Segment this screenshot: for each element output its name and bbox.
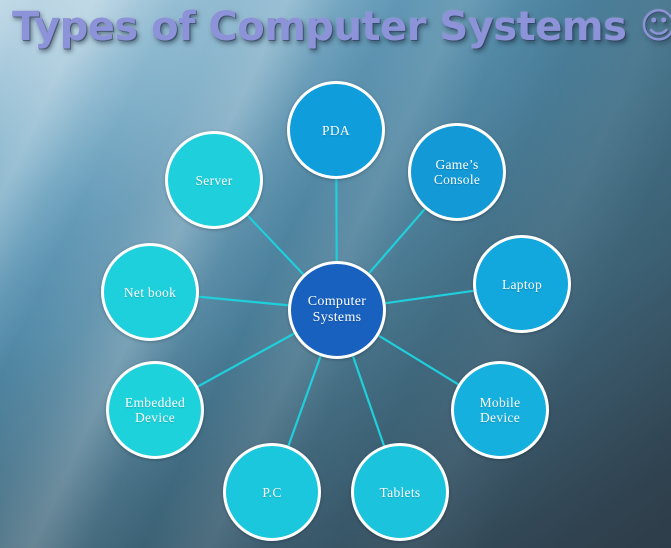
node-embedded-device[interactable]: Embedded Device (106, 361, 204, 459)
center-node-computer-systems[interactable]: Computer Systems (288, 261, 386, 359)
node-label: Mobile Device (479, 395, 521, 425)
node-tablets[interactable]: Tablets (351, 443, 449, 541)
page-title-text: Types of Computer Systems (12, 4, 627, 50)
radial-diagram: PDA Game’s Console Laptop Mobile Device Tablet… (0, 0, 671, 548)
node-label: Net book (123, 284, 177, 300)
node-label: Server (195, 172, 233, 188)
node-p-c[interactable]: P.C (223, 443, 321, 541)
node-mobile-device[interactable]: Mobile Device (451, 361, 549, 459)
node-label: Tablets (379, 484, 421, 500)
smiley-face-icon: ☺ (639, 6, 671, 47)
node-pda[interactable]: PDA (287, 81, 385, 179)
node-game-s-console[interactable]: Game’s Console (408, 123, 506, 221)
page-title: Types of Computer Systems ☺ (12, 2, 671, 54)
node-label: Computer Systems (307, 294, 367, 325)
node-label: Embedded Device (124, 395, 186, 425)
node-label: Game’s Console (433, 157, 481, 187)
node-label: Laptop (501, 276, 543, 292)
node-laptop[interactable]: Laptop (473, 235, 571, 333)
node-server[interactable]: Server (165, 131, 263, 229)
node-net-book[interactable]: Net book (101, 243, 199, 341)
node-label: PDA (322, 122, 350, 138)
node-label: P.C (262, 484, 282, 500)
slide-canvas: Types of Computer Systems ☺ PDA Game’s Con… (0, 0, 671, 548)
